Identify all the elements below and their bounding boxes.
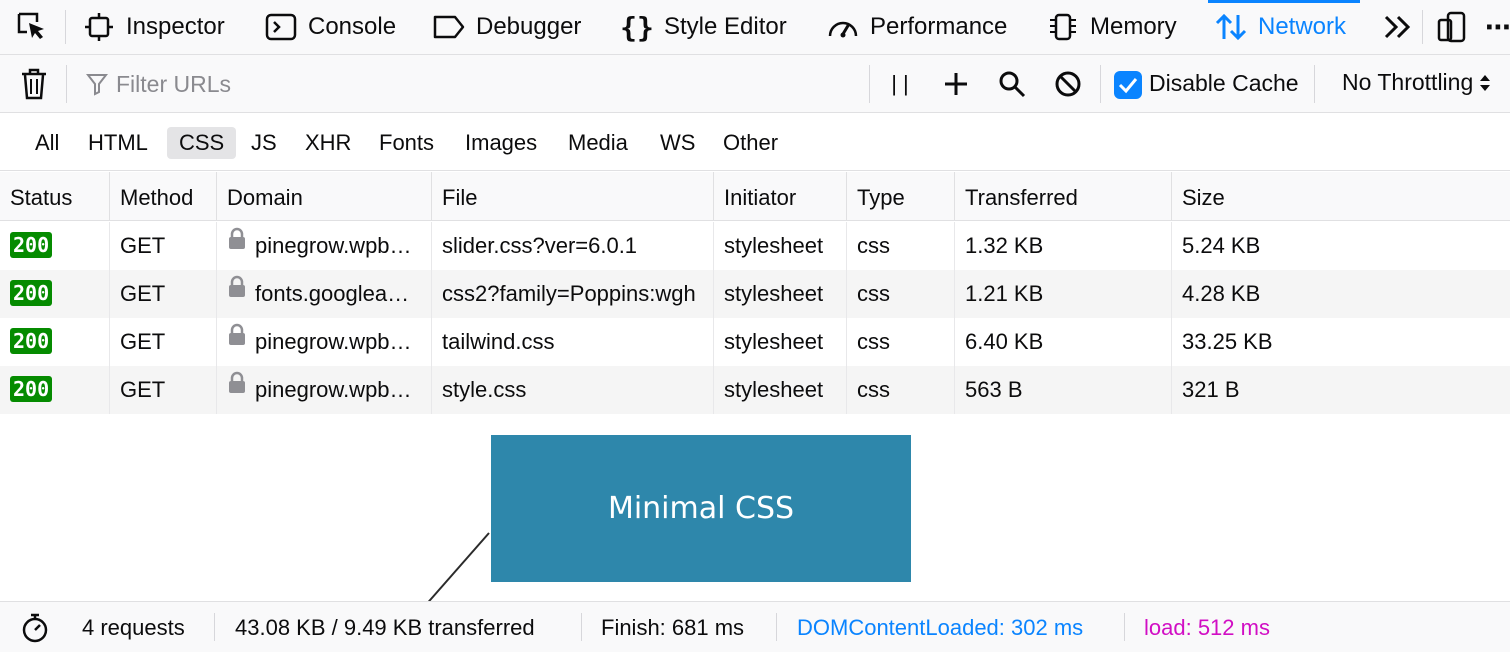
status-divider: [581, 613, 582, 641]
annotation-callout: Minimal CSS: [491, 435, 911, 582]
dom-content-loaded-time: DOMContentLoaded: 302 ms: [797, 615, 1084, 640]
network-status-bar: 4 requests 43.08 KB / 9.49 KB transferre…: [0, 601, 1510, 652]
finish-time: Finish: 681 ms: [601, 615, 745, 640]
load-time: load: 512 ms: [1144, 615, 1270, 640]
transferred-summary: 43.08 KB / 9.49 KB transferred: [235, 615, 535, 640]
request-count: 4 requests: [82, 615, 185, 640]
stopwatch-icon[interactable]: [18, 611, 52, 645]
status-divider: [214, 613, 215, 641]
status-divider: [1124, 613, 1125, 641]
status-divider: [776, 613, 777, 641]
